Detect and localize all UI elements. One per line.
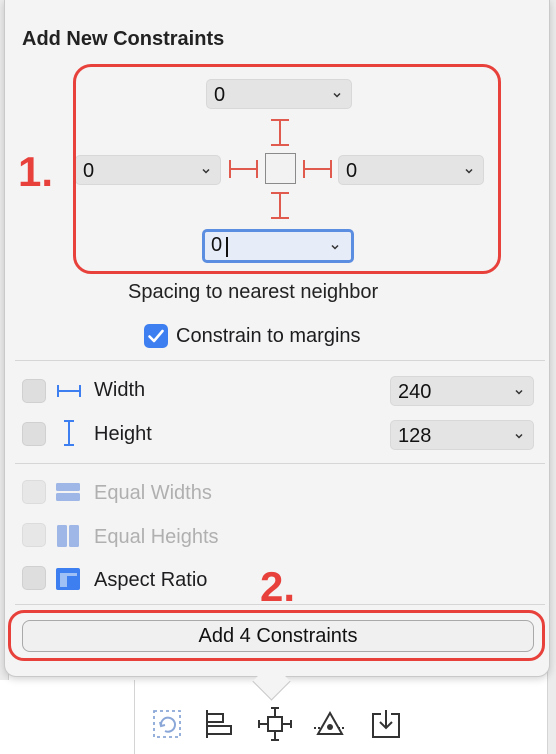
height-value-combo[interactable]: 128 [390,420,534,450]
chevron-down-icon[interactable] [515,388,523,396]
height-icon [64,420,74,446]
equal-widths-icon [56,483,80,501]
height-label: Height [94,423,152,445]
constrain-to-margins-label[interactable]: Constrain to margins [176,325,361,348]
separator [15,360,545,361]
spacing-caption: Spacing to nearest neighbor [128,281,379,303]
width-icon [57,385,81,397]
aspect-ratio-icon [56,568,80,590]
width-value-combo[interactable]: 240 [390,376,534,406]
toolbar-divider [134,680,135,754]
update-frames-icon[interactable] [150,707,184,741]
embed-in-icon[interactable] [369,707,403,741]
annotation-box-1 [73,64,501,274]
equal-heights-label: Equal Heights [94,526,219,548]
align-icon[interactable] [202,707,236,741]
add-constraints-icon[interactable] [258,707,292,741]
width-label: Width [94,379,146,401]
equal-heights-checkbox[interactable] [22,523,46,547]
constrain-to-margins-checkbox[interactable] [144,324,168,348]
annotation-step-1: 1. [18,148,54,195]
width-checkbox[interactable] [22,379,46,403]
resolve-issues-icon[interactable] [313,707,347,741]
equal-widths-label: Equal Widths [94,482,212,504]
chevron-down-icon[interactable] [515,432,523,440]
separator [15,463,545,464]
equal-heights-icon [57,525,79,547]
aspect-ratio-label: Aspect Ratio [94,569,208,591]
height-checkbox[interactable] [22,422,46,446]
height-value: 128 [398,425,432,447]
aspect-ratio-checkbox[interactable] [22,566,46,590]
annotation-box-2 [8,610,545,661]
checkmark-icon [148,329,164,343]
annotation-step-2: 2. [260,563,296,610]
equal-widths-checkbox[interactable] [22,480,46,504]
width-value: 240 [398,381,432,403]
